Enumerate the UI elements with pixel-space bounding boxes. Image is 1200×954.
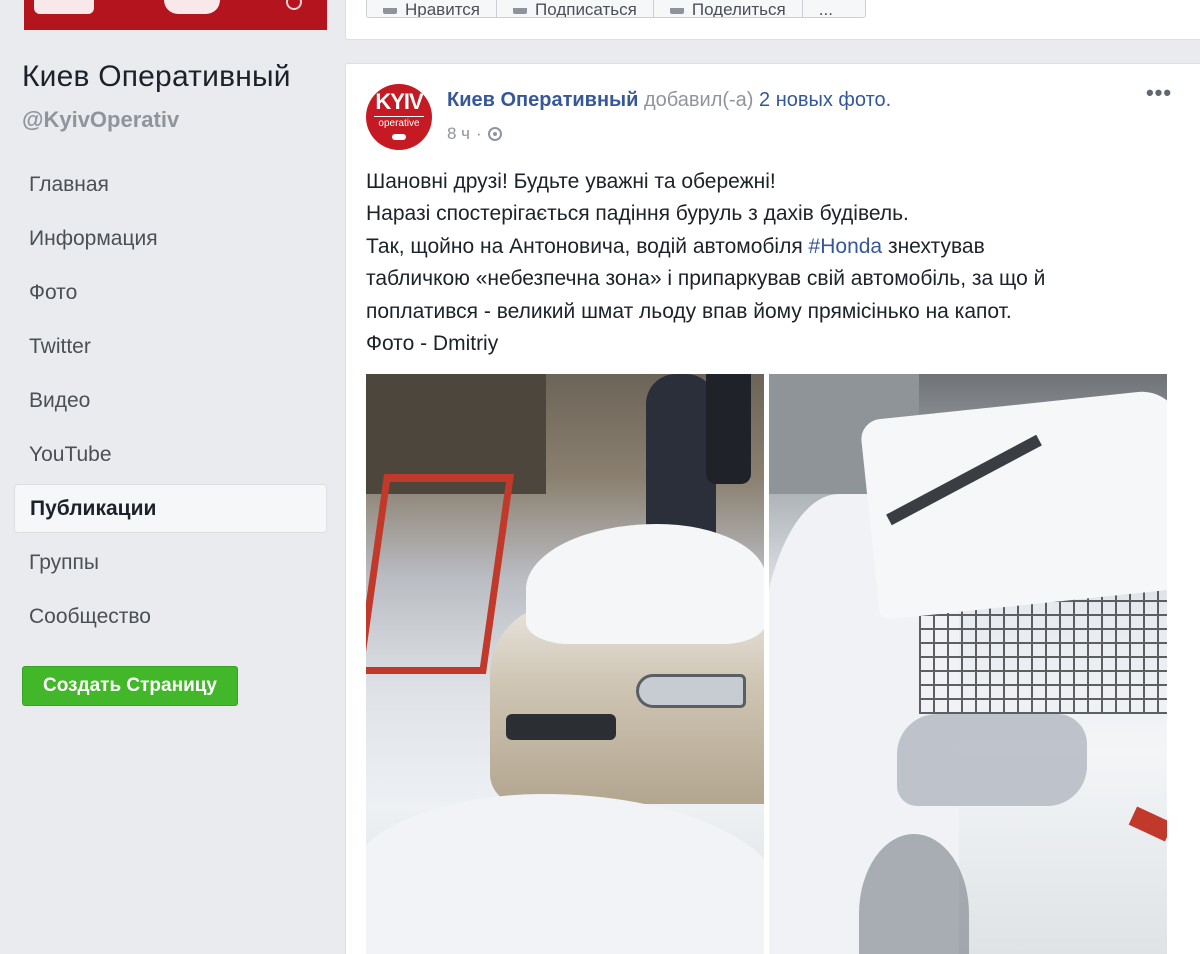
post-action-text: добавил(-а) bbox=[638, 89, 760, 111]
cover-logo-shape bbox=[164, 0, 220, 14]
photo-scene-person bbox=[706, 374, 751, 484]
avatar-logo-subtext: operative bbox=[378, 118, 420, 129]
share-icon bbox=[669, 8, 684, 14]
photo-scene-car-grille bbox=[506, 714, 616, 740]
photo-scene-red-object bbox=[1128, 806, 1167, 842]
nav-item-info[interactable]: Информация bbox=[14, 214, 327, 263]
nav-item-posts[interactable]: Публикации bbox=[14, 484, 327, 533]
like-page-button[interactable]: Нравится bbox=[366, 0, 498, 18]
post-meta: 8 ч · bbox=[447, 124, 502, 144]
avatar-divider bbox=[374, 116, 424, 117]
post-header: Киев Оперативный добавил(-а) 2 новых фот… bbox=[447, 89, 891, 112]
page-handle[interactable]: @KyivOperativ bbox=[22, 107, 179, 133]
page-name[interactable]: Киев Оперативный bbox=[22, 60, 291, 94]
avatar-logo-text: KYIV bbox=[375, 89, 423, 114]
nav-item-home[interactable]: Главная bbox=[14, 160, 327, 209]
post-text: Шановні друзі! Будьте уважні та обережні… bbox=[366, 166, 1166, 360]
post-text-line: поплатився - великий шмат льоду впав йом… bbox=[366, 299, 1012, 323]
share-page-label: Поделиться bbox=[691, 0, 786, 18]
more-page-actions-label: ... bbox=[818, 0, 833, 18]
more-page-actions-button[interactable]: ... bbox=[801, 0, 866, 18]
photo-scene-headlight bbox=[636, 674, 746, 708]
photo-scene-barrier bbox=[366, 474, 515, 674]
post-timestamp[interactable]: 8 ч bbox=[447, 124, 470, 144]
hashtag-link[interactable]: #Honda bbox=[809, 235, 883, 258]
globe-icon[interactable] bbox=[487, 127, 502, 141]
page-nav: Главная Информация Фото Twitter Видео Yo… bbox=[14, 160, 327, 646]
post-text-fragment: знехтував bbox=[882, 234, 985, 258]
photo-scene-ice-on-hood bbox=[526, 524, 764, 644]
post-author-link[interactable]: Киев Оперативный bbox=[447, 89, 638, 111]
rss-icon bbox=[513, 8, 528, 14]
post-photo-roof[interactable] bbox=[769, 374, 1167, 954]
post-author-avatar[interactable]: KYIV operative bbox=[366, 84, 432, 150]
photo-scene-snow bbox=[366, 794, 764, 954]
post-text-line: табличкою «небезпечна зона» і припаркува… bbox=[366, 267, 1046, 291]
post-text-line: Наразі спостерігається падіння буруль з … bbox=[366, 202, 909, 226]
meta-separator: · bbox=[476, 124, 482, 143]
create-page-button[interactable]: Создать Страницу bbox=[22, 666, 238, 706]
nav-item-videos[interactable]: Видео bbox=[14, 376, 327, 425]
nav-item-photos[interactable]: Фото bbox=[14, 268, 327, 317]
photo-scene-ice-block bbox=[897, 714, 1087, 806]
page-action-bar: Нравится Подписаться Поделиться ... bbox=[366, 0, 866, 18]
nav-item-community[interactable]: Сообщество bbox=[14, 592, 327, 641]
post-text-line: Шановні друзі! Будьте уважні та обережні… bbox=[366, 170, 776, 193]
follow-page-label: Подписаться bbox=[535, 0, 637, 18]
post-more-options-button[interactable]: ••• bbox=[1144, 82, 1174, 108]
like-page-label: Нравится bbox=[405, 0, 481, 18]
post-text-fragment: Так, щойно на Антоновича, водій автомобі… bbox=[366, 234, 809, 258]
nav-item-groups[interactable]: Группы bbox=[14, 538, 327, 587]
post-text-line: Фото - Dmitriy bbox=[366, 332, 499, 356]
nav-item-youtube[interactable]: YouTube bbox=[14, 430, 327, 479]
post-photo-car[interactable] bbox=[366, 374, 764, 954]
cover-logo-shape bbox=[286, 0, 302, 10]
nav-item-twitter[interactable]: Twitter bbox=[14, 322, 327, 371]
follow-page-button[interactable]: Подписаться bbox=[496, 0, 654, 18]
page-cover-logo[interactable] bbox=[24, 0, 327, 30]
post-text-line: Так, щойно на Антоновича, водій автомобі… bbox=[366, 231, 1166, 263]
avatar-car-icon bbox=[392, 134, 406, 140]
share-page-button[interactable]: Поделиться bbox=[652, 0, 803, 18]
thumbs-up-icon bbox=[383, 8, 397, 14]
cover-logo-shape bbox=[34, 0, 94, 14]
post-photos-link[interactable]: 2 новых фото. bbox=[759, 89, 891, 111]
